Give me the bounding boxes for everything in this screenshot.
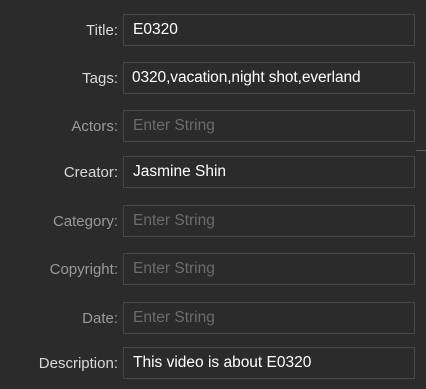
category-field[interactable] [123, 205, 415, 237]
metadata-panel: Title: Tags: Actors: Creator: Category: … [0, 0, 426, 389]
description-label: Description: [38, 355, 118, 372]
copyright-row: Copyright: [0, 253, 426, 289]
scrollbar-notch [416, 150, 426, 151]
creator-label: Creator: [63, 164, 118, 181]
tags-row: Tags: [0, 62, 426, 98]
description-field[interactable] [123, 347, 415, 379]
date-field[interactable] [123, 302, 415, 334]
date-label: Date: [82, 310, 118, 327]
creator-field[interactable] [123, 156, 415, 188]
title-field[interactable] [123, 14, 415, 46]
description-row: Description: [0, 347, 426, 383]
title-row: Title: [0, 14, 426, 50]
copyright-label: Copyright: [49, 261, 118, 278]
title-label: Title: [86, 22, 118, 39]
tags-field[interactable] [123, 62, 415, 94]
copyright-field[interactable] [123, 253, 415, 285]
category-label: Category: [52, 213, 118, 230]
actors-label: Actors: [71, 118, 118, 135]
category-row: Category: [0, 205, 426, 241]
actors-row: Actors: [0, 110, 426, 146]
creator-row: Creator: [0, 156, 426, 192]
tags-label: Tags: [82, 70, 118, 87]
date-row: Date: [0, 302, 426, 338]
actors-field[interactable] [123, 110, 415, 142]
